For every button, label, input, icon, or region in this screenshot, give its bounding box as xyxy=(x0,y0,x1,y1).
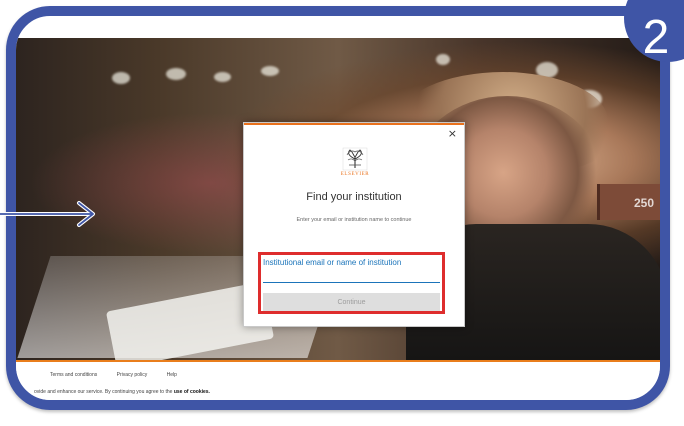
help-link[interactable]: Help xyxy=(167,372,177,378)
institution-input-label: Institutional email or name of instituti… xyxy=(263,258,402,267)
seat-nameplate: 250 xyxy=(597,184,660,220)
cookie-link[interactable]: use of cookies. xyxy=(174,389,210,395)
screenshot-page: 250 × ELSEVIER Find your institution Ent… xyxy=(0,0,684,426)
continue-button[interactable]: Continue xyxy=(263,293,440,311)
footer-links: Terms and conditions Privacy policy Help xyxy=(50,372,195,378)
light-bokeh xyxy=(436,54,450,65)
dialog-accent-bar xyxy=(244,123,464,125)
cookie-text: ovide and enhance our service. By contin… xyxy=(34,389,173,395)
terms-link[interactable]: Terms and conditions xyxy=(50,372,97,378)
privacy-link[interactable]: Privacy policy xyxy=(117,372,148,378)
dialog-title: Find your institution xyxy=(306,191,402,203)
dialog-subtitle: Enter your email or institution name to … xyxy=(296,217,412,223)
arrow-right-icon xyxy=(0,201,95,227)
nameplate-number: 250 xyxy=(633,196,654,210)
cookie-notice: ovide and enhance our service. By contin… xyxy=(34,389,210,395)
close-icon[interactable]: × xyxy=(448,128,457,139)
institution-input[interactable] xyxy=(263,282,440,283)
light-bokeh xyxy=(166,68,186,80)
light-bokeh xyxy=(112,72,130,84)
page-footer: Terms and conditions Privacy policy Help… xyxy=(16,360,660,400)
light-bokeh xyxy=(214,72,231,82)
find-institution-dialog: × ELSEVIER Find your institution Enter y… xyxy=(243,122,465,327)
institution-form: Institutional email or name of instituti… xyxy=(258,252,449,319)
elsevier-logo-text: ELSEVIER xyxy=(340,172,370,177)
light-bokeh xyxy=(261,66,279,76)
